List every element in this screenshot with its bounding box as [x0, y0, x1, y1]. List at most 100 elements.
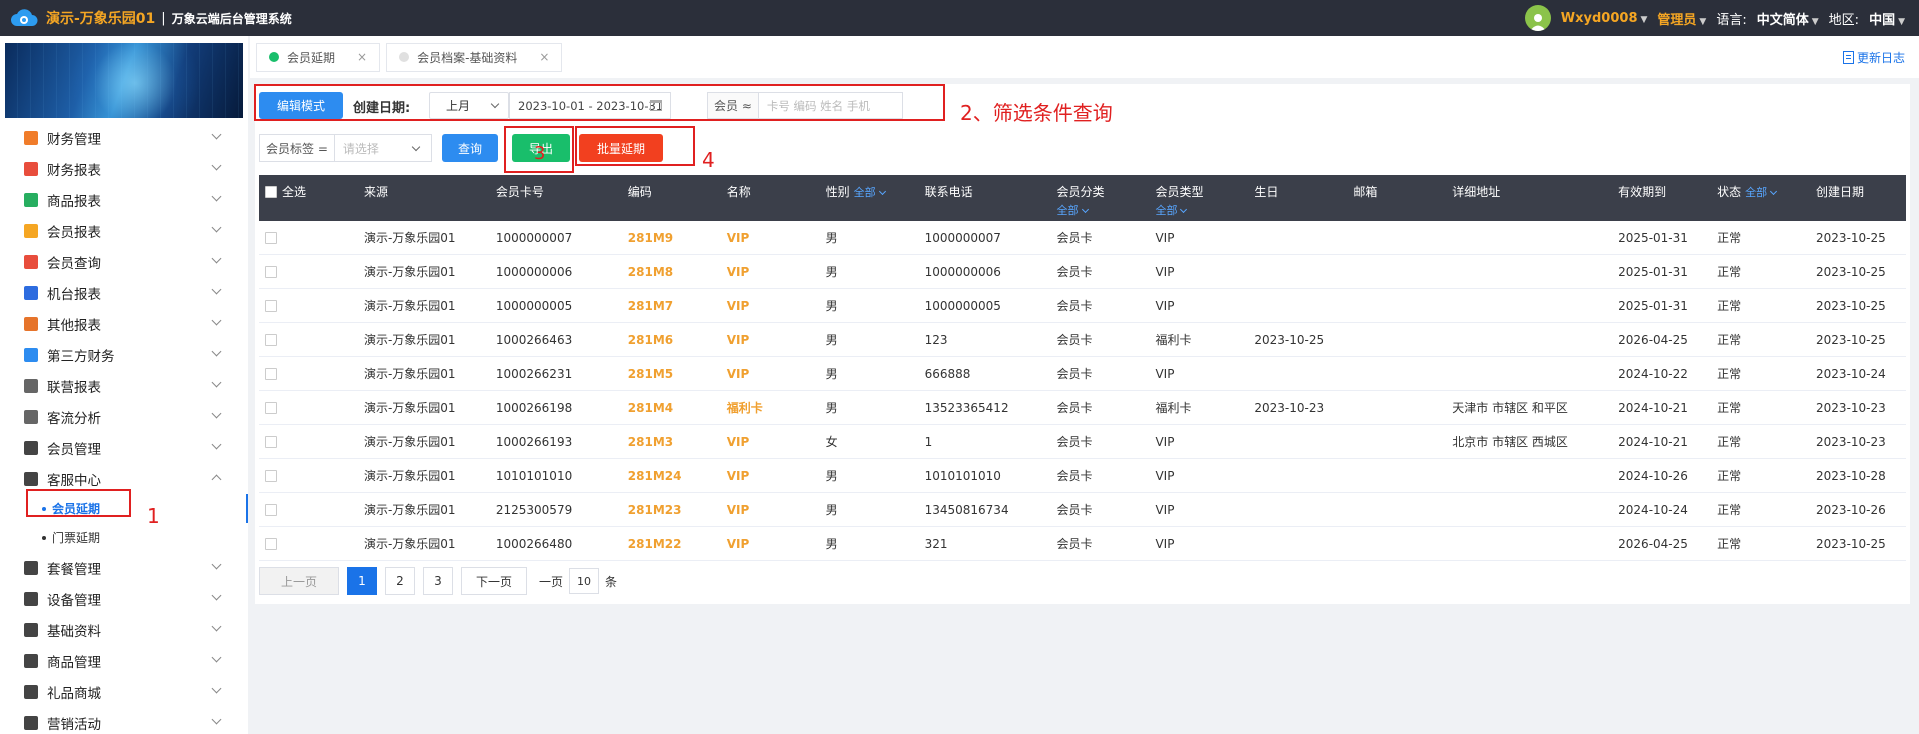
column-header-label: 来源: [363, 185, 388, 199]
user-menu[interactable]: Wxyd0008 ▼: [1561, 11, 1648, 26]
table-cell[interactable]: [259, 435, 358, 449]
column-header-label: 会员分类: [1056, 185, 1105, 199]
table-cell: 123: [924, 332, 948, 347]
table-cell: 13450816734: [924, 502, 1009, 517]
table-cell: VIP: [726, 332, 750, 347]
row-checkbox[interactable]: [265, 401, 277, 414]
per-page-input[interactable]: 10: [569, 568, 600, 594]
column-filter[interactable]: 全部: [1155, 202, 1248, 218]
close-icon[interactable]: ×: [539, 50, 549, 64]
date-range-input[interactable]: 2023-10-01 - 2023-10-31: [509, 92, 671, 119]
cloud-logo-icon: [11, 9, 38, 26]
chevron-down-icon: [411, 142, 421, 152]
table-cell: 281M8: [627, 264, 674, 279]
member-search-input[interactable]: [758, 98, 889, 113]
sidebar-item[interactable]: 财务报表: [0, 153, 248, 184]
column-header[interactable]: 会员类型 全部: [1149, 175, 1248, 221]
member-tag-select[interactable]: 会员标签 = 请选择: [259, 134, 432, 162]
table-cell: 2026-04-25: [1618, 332, 1688, 347]
tab-item[interactable]: 会员档案-基础资料 ×: [386, 42, 563, 72]
sidebar-item[interactable]: 客流分析: [0, 401, 248, 432]
sidebar-subitem[interactable]: 门票延期: [0, 523, 248, 552]
sidebar-item[interactable]: 其他报表: [0, 308, 248, 339]
chevron-down-icon: [211, 714, 222, 725]
sidebar-item[interactable]: 机台报表: [0, 277, 248, 308]
row-checkbox[interactable]: [265, 503, 277, 516]
prev-page-button[interactable]: 上一页: [259, 567, 339, 595]
avatar[interactable]: [1524, 5, 1551, 31]
row-checkbox[interactable]: [265, 265, 277, 278]
page-number-button[interactable]: 1: [347, 567, 377, 595]
table-cell: VIP: [726, 468, 750, 483]
table-cell[interactable]: [259, 231, 358, 245]
row-checkbox[interactable]: [265, 469, 277, 482]
goods-manage-icon: [24, 653, 38, 668]
table-cell[interactable]: [259, 299, 358, 313]
sidebar-item[interactable]: 设备管理: [0, 583, 248, 614]
select-all-checkbox[interactable]: [265, 186, 277, 198]
region-value: 中国: [1869, 12, 1896, 28]
sidebar-item[interactable]: 会员查询: [0, 246, 248, 277]
close-icon[interactable]: ×: [357, 50, 367, 64]
user-icon: [1529, 14, 1546, 31]
table-cell[interactable]: [259, 401, 358, 415]
sidebar-item[interactable]: 套餐管理: [0, 552, 248, 583]
column-header[interactable]: 状态 全部: [1711, 175, 1810, 221]
sidebar-item[interactable]: 礼品商城: [0, 676, 248, 707]
column-filter[interactable]: 全部: [1745, 186, 1767, 199]
sidebar-subitem[interactable]: 会员延期: [0, 494, 248, 523]
row-checkbox[interactable]: [265, 299, 277, 312]
table-cell[interactable]: [259, 469, 358, 483]
role-menu[interactable]: 管理员 ▼: [1657, 9, 1706, 28]
sidebar-item[interactable]: 商品管理: [0, 645, 248, 676]
table-cell[interactable]: [259, 537, 358, 551]
table-cell[interactable]: [259, 503, 358, 517]
role: 管理员: [1657, 12, 1697, 28]
table-row: 演示-万象乐园01 1000266463 281M6 VIP 男 123 会员卡 福利卡 202…: [259, 323, 1906, 357]
table-cell[interactable]: [259, 265, 358, 279]
column-header[interactable]: 性别 全部: [820, 175, 919, 221]
row-checkbox[interactable]: [265, 333, 277, 346]
table-cell: 281M5: [627, 366, 674, 381]
language-select[interactable]: 中文简体 ▼: [1757, 9, 1819, 28]
page-number-button[interactable]: 3: [423, 567, 453, 595]
changelog-link[interactable]: 更新日志: [1842, 49, 1905, 66]
region-select[interactable]: 中国 ▼: [1869, 9, 1905, 28]
page-number-button[interactable]: 2: [385, 567, 415, 595]
table-cell: 1000266198: [495, 400, 573, 415]
sidebar-item[interactable]: 营销活动: [0, 707, 248, 734]
table-cell: 1000266480: [495, 536, 573, 551]
row-checkbox[interactable]: [265, 231, 277, 244]
table-cell: 男: [825, 537, 838, 551]
sidebar-item[interactable]: 财务管理: [0, 122, 248, 153]
member-report-icon: [24, 223, 38, 238]
sidebar-item[interactable]: 第三方财务: [0, 339, 248, 370]
table-cell: 演示-万象乐园01: [363, 299, 456, 313]
column-filter[interactable]: 全部: [1057, 202, 1150, 218]
column-header[interactable]: 全选: [259, 175, 358, 221]
query-button[interactable]: 查询: [442, 134, 498, 162]
table-cell: 演示-万象乐园01: [363, 265, 456, 279]
sidebar-item[interactable]: 商品报表: [0, 184, 248, 215]
row-checkbox[interactable]: [265, 367, 277, 380]
sidebar-item[interactable]: 客服中心: [0, 463, 248, 494]
next-page-button[interactable]: 下一页: [461, 567, 527, 595]
column-filter[interactable]: 全部: [854, 186, 876, 199]
row-checkbox[interactable]: [265, 537, 277, 550]
month-select[interactable]: 上月: [429, 92, 509, 119]
table-cell: 演示-万象乐园01: [363, 367, 456, 381]
finance-report-icon: [24, 161, 38, 176]
sidebar-item[interactable]: 会员报表: [0, 215, 248, 246]
sidebar-item[interactable]: 联营报表: [0, 370, 248, 401]
page-numbers: 123: [347, 567, 461, 595]
sidebar-item[interactable]: 基础资料: [0, 614, 248, 645]
table-cell[interactable]: [259, 367, 358, 381]
edit-mode-button[interactable]: 编辑模式: [259, 92, 343, 119]
row-checkbox[interactable]: [265, 435, 277, 448]
batch-extend-button[interactable]: 批量延期: [579, 134, 663, 162]
table-cell[interactable]: [259, 333, 358, 347]
document-icon: [1842, 51, 1854, 64]
tab-item[interactable]: 会员延期 ×: [256, 42, 381, 72]
sidebar-item[interactable]: 会员管理: [0, 432, 248, 463]
column-header[interactable]: 会员分类 全部: [1051, 175, 1150, 221]
